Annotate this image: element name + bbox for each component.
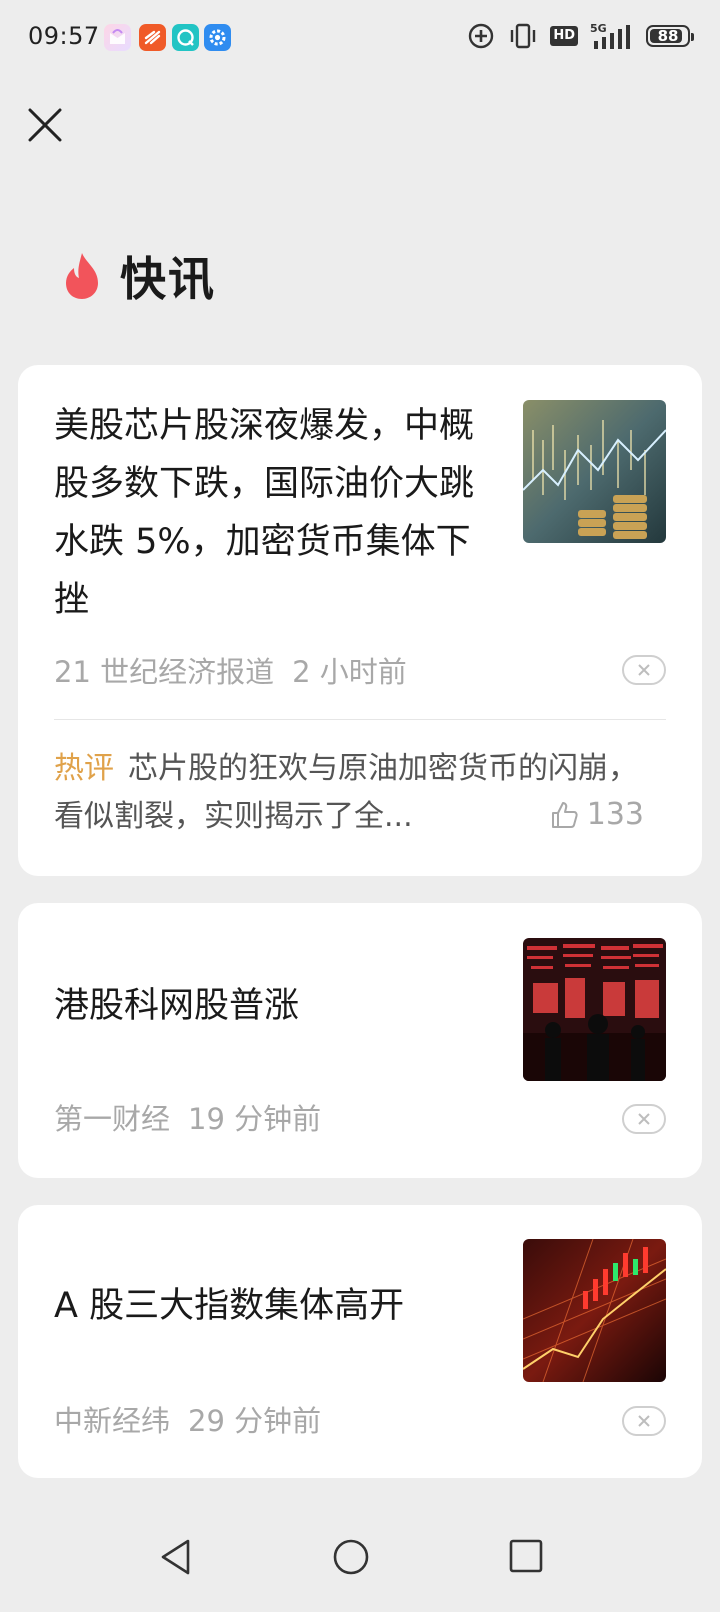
dismiss-button[interactable] [622,1406,666,1436]
dismiss-button[interactable] [622,1104,666,1134]
news-meta: 中新经纬 29 分钟前 [54,1398,321,1440]
news-title[interactable]: A 股三大指数集体高开 [54,1277,484,1335]
news-source: 第一财经 [54,1102,171,1136]
close-button[interactable] [26,106,64,144]
close-icon [638,1113,650,1125]
news-title[interactable]: 港股科网股普涨 [54,977,484,1035]
news-thumbnail[interactable] [523,1239,666,1382]
network-label: 5G [590,22,607,35]
home-circle-icon [333,1539,369,1575]
settings-app-icon [204,24,231,51]
back-button[interactable] [158,1538,194,1580]
message-app-icon [139,24,166,51]
hot-comment-label: 热评 [54,751,114,786]
news-card-2[interactable]: 港股科网股普涨 第一财经 19 分钟前 [18,903,702,1178]
section-header: 快讯 [62,246,216,306]
news-thumbnail[interactable] [523,938,666,1081]
news-source: 中新经纬 [54,1404,171,1438]
news-meta: 21 世纪经济报道 2 小时前 [54,649,407,691]
vibrate-icon [511,23,536,49]
page-title: 快讯 [120,252,216,306]
close-icon [638,664,650,676]
hd-badge: HD [550,26,578,46]
news-thumbnail[interactable] [523,400,666,543]
news-time: 2 小时前 [292,655,407,689]
news-meta: 第一财经 19 分钟前 [54,1096,321,1138]
divider [54,719,666,720]
news-card-3[interactable]: A 股三大指数集体高开 中新经纬 29 分钟前 [18,1205,702,1478]
battery-icon: 88 [646,25,694,47]
data-saver-icon [469,23,494,49]
status-time: 09:57 [28,22,100,50]
close-icon [28,108,62,142]
recents-square-icon [509,1539,543,1573]
news-card-1[interactable]: 美股芯片股深夜爆发，中概股多数下跌，国际油价大跳水跌 5%，加密货币集体下挫 2… [18,365,702,876]
battery-level: 88 [657,27,679,45]
back-triangle-icon [161,1539,190,1575]
news-source: 21 世纪经济报道 [54,655,275,689]
status-right: HD 5G 88 [466,20,694,52]
signal-icon: 5G [590,22,630,49]
news-time: 29 分钟前 [188,1404,322,1438]
like-button[interactable]: 133 [549,797,644,832]
close-icon [638,1415,650,1427]
navigation-bar [0,1502,720,1612]
flame-icon [66,253,98,299]
status-bar: 09:57 HD 5G 88 [0,0,720,76]
like-count: 133 [586,797,644,832]
planner-icon [104,24,131,51]
thumbs-up-icon [551,801,578,828]
news-title[interactable]: 美股芯片股深夜爆发，中概股多数下跌，国际油价大跳水跌 5%，加密货币集体下挫 [54,397,484,629]
browser-app-icon [172,24,199,51]
home-button[interactable] [332,1538,370,1580]
dismiss-button[interactable] [622,655,666,685]
news-time: 19 分钟前 [188,1102,322,1136]
recents-button[interactable] [508,1538,544,1578]
